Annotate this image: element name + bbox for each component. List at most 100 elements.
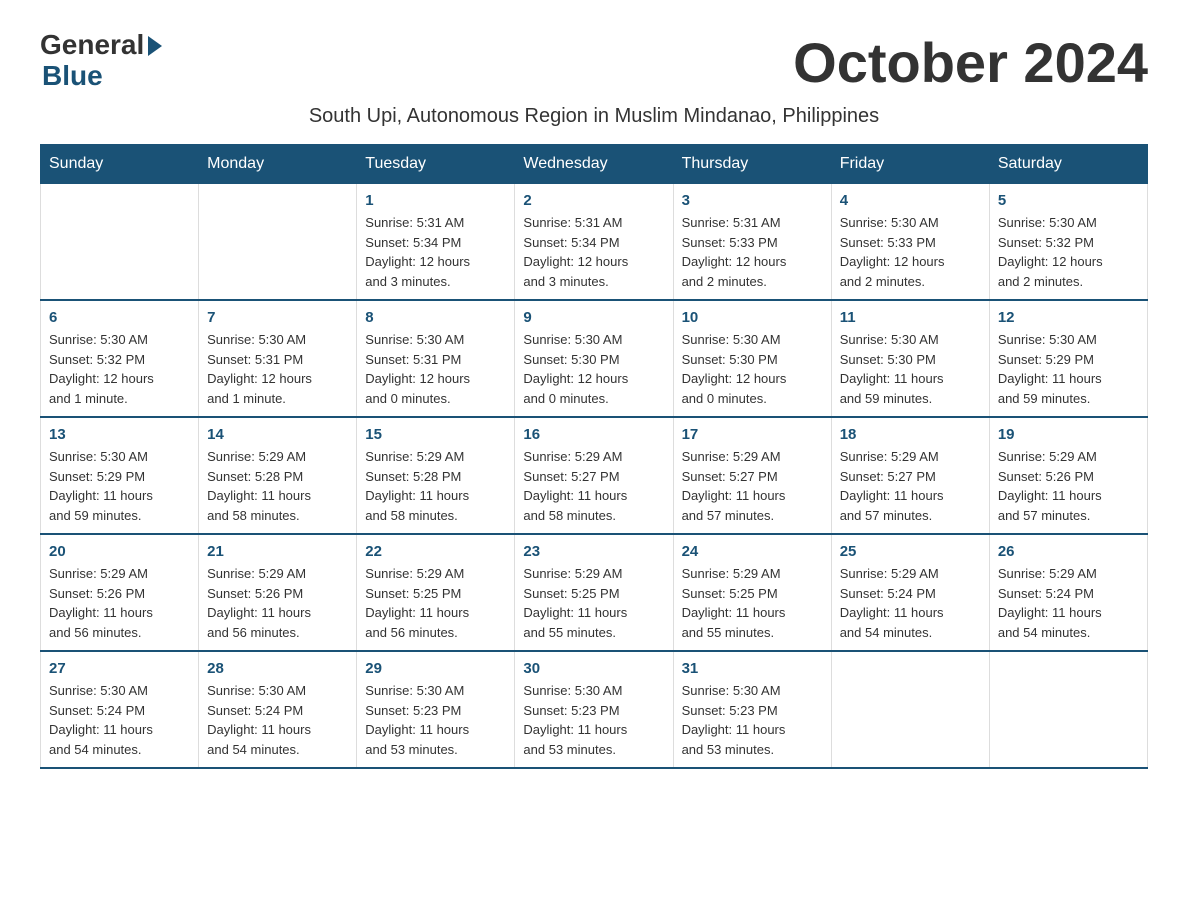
calendar-week-row: 1 Sunrise: 5:31 AMSunset: 5:34 PMDaylight… bbox=[41, 184, 1148, 301]
day-number: 11 bbox=[840, 309, 981, 326]
calendar-week-row: 20 Sunrise: 5:29 AMSunset: 5:26 PMDayligh… bbox=[41, 534, 1148, 651]
day-info: Sunrise: 5:30 AMSunset: 5:31 PMDaylight:… bbox=[207, 330, 348, 408]
day-number: 20 bbox=[49, 543, 190, 560]
day-info: Sunrise: 5:30 AMSunset: 5:24 PMDaylight:… bbox=[207, 681, 348, 759]
day-info: Sunrise: 5:30 AMSunset: 5:30 PMDaylight:… bbox=[840, 330, 981, 408]
day-info: Sunrise: 5:30 AMSunset: 5:30 PMDaylight:… bbox=[523, 330, 664, 408]
day-info: Sunrise: 5:29 AMSunset: 5:25 PMDaylight:… bbox=[365, 564, 506, 642]
day-number: 28 bbox=[207, 660, 348, 677]
day-number: 3 bbox=[682, 192, 823, 209]
calendar-week-row: 13 Sunrise: 5:30 AMSunset: 5:29 PMDayligh… bbox=[41, 417, 1148, 534]
day-number: 25 bbox=[840, 543, 981, 560]
calendar-cell: 31Sunrise: 5:30 AMSunset: 5:23 PMDayligh… bbox=[673, 651, 831, 768]
day-number: 4 bbox=[840, 192, 981, 209]
day-info: Sunrise: 5:31 AMSunset: 5:34 PMDaylight:… bbox=[365, 213, 506, 291]
logo-arrow-icon bbox=[148, 36, 162, 56]
day-info: Sunrise: 5:30 AMSunset: 5:31 PMDaylight:… bbox=[365, 330, 506, 408]
day-number: 29 bbox=[365, 660, 506, 677]
calendar-week-row: 6 Sunrise: 5:30 AMSunset: 5:32 PMDaylight… bbox=[41, 300, 1148, 417]
day-number: 6 bbox=[49, 309, 190, 326]
calendar-cell: 17Sunrise: 5:29 AMSunset: 5:27 PMDayligh… bbox=[673, 417, 831, 534]
calendar-cell: 9 Sunrise: 5:30 AMSunset: 5:30 PMDaylight… bbox=[515, 300, 673, 417]
logo-general-text: General bbox=[40, 30, 144, 61]
calendar-cell: 21Sunrise: 5:29 AMSunset: 5:26 PMDayligh… bbox=[199, 534, 357, 651]
col-wednesday: Wednesday bbox=[515, 145, 673, 184]
day-info: Sunrise: 5:29 AMSunset: 5:26 PMDaylight:… bbox=[49, 564, 190, 642]
calendar-cell: 22 Sunrise: 5:29 AMSunset: 5:25 PMDayligh… bbox=[357, 534, 515, 651]
col-monday: Monday bbox=[199, 145, 357, 184]
calendar-cell: 30 Sunrise: 5:30 AMSunset: 5:23 PMDayligh… bbox=[515, 651, 673, 768]
day-number: 12 bbox=[998, 309, 1139, 326]
day-number: 10 bbox=[682, 309, 823, 326]
calendar-cell: 5 Sunrise: 5:30 AMSunset: 5:32 PMDaylight… bbox=[989, 184, 1147, 301]
subtitle: South Upi, Autonomous Region in Muslim M… bbox=[40, 105, 1148, 128]
day-info: Sunrise: 5:30 AMSunset: 5:29 PMDaylight:… bbox=[49, 447, 190, 525]
day-info: Sunrise: 5:31 AMSunset: 5:34 PMDaylight:… bbox=[523, 213, 664, 291]
calendar-cell: 13 Sunrise: 5:30 AMSunset: 5:29 PMDayligh… bbox=[41, 417, 199, 534]
calendar-cell: 19 Sunrise: 5:29 AMSunset: 5:26 PMDayligh… bbox=[989, 417, 1147, 534]
day-number: 2 bbox=[523, 192, 664, 209]
calendar-cell: 26 Sunrise: 5:29 AMSunset: 5:24 PMDayligh… bbox=[989, 534, 1147, 651]
page-header: General Blue October 2024 bbox=[40, 30, 1148, 95]
day-info: Sunrise: 5:29 AMSunset: 5:26 PMDaylight:… bbox=[998, 447, 1139, 525]
day-number: 14 bbox=[207, 426, 348, 443]
day-number: 24 bbox=[682, 543, 823, 560]
calendar-cell: 6 Sunrise: 5:30 AMSunset: 5:32 PMDaylight… bbox=[41, 300, 199, 417]
day-info: Sunrise: 5:29 AMSunset: 5:25 PMDaylight:… bbox=[682, 564, 823, 642]
calendar-cell: 29 Sunrise: 5:30 AMSunset: 5:23 PMDayligh… bbox=[357, 651, 515, 768]
day-number: 5 bbox=[998, 192, 1139, 209]
day-number: 26 bbox=[998, 543, 1139, 560]
calendar-cell bbox=[199, 184, 357, 301]
calendar-cell: 1 Sunrise: 5:31 AMSunset: 5:34 PMDaylight… bbox=[357, 184, 515, 301]
calendar-cell: 2 Sunrise: 5:31 AMSunset: 5:34 PMDaylight… bbox=[515, 184, 673, 301]
calendar-week-row: 27 Sunrise: 5:30 AMSunset: 5:24 PMDayligh… bbox=[41, 651, 1148, 768]
day-info: Sunrise: 5:29 AMSunset: 5:28 PMDaylight:… bbox=[365, 447, 506, 525]
logo-general: General bbox=[40, 30, 162, 61]
logo-blue-text: Blue bbox=[42, 61, 103, 92]
calendar-cell: 15Sunrise: 5:29 AMSunset: 5:28 PMDayligh… bbox=[357, 417, 515, 534]
day-number: 16 bbox=[523, 426, 664, 443]
calendar-cell: 11 Sunrise: 5:30 AMSunset: 5:30 PMDayligh… bbox=[831, 300, 989, 417]
day-info: Sunrise: 5:30 AMSunset: 5:23 PMDaylight:… bbox=[523, 681, 664, 759]
col-sunday: Sunday bbox=[41, 145, 199, 184]
day-number: 27 bbox=[49, 660, 190, 677]
day-number: 31 bbox=[682, 660, 823, 677]
day-info: Sunrise: 5:29 AMSunset: 5:28 PMDaylight:… bbox=[207, 447, 348, 525]
day-info: Sunrise: 5:29 AMSunset: 5:27 PMDaylight:… bbox=[523, 447, 664, 525]
day-number: 1 bbox=[365, 192, 506, 209]
day-number: 30 bbox=[523, 660, 664, 677]
day-number: 18 bbox=[840, 426, 981, 443]
calendar-cell: 3 Sunrise: 5:31 AMSunset: 5:33 PMDaylight… bbox=[673, 184, 831, 301]
calendar-cell: 14 Sunrise: 5:29 AMSunset: 5:28 PMDayligh… bbox=[199, 417, 357, 534]
calendar-table: Sunday Monday Tuesday Wednesday Thursday… bbox=[40, 144, 1148, 769]
day-number: 17 bbox=[682, 426, 823, 443]
day-info: Sunrise: 5:30 AMSunset: 5:32 PMDaylight:… bbox=[49, 330, 190, 408]
calendar-cell: 20 Sunrise: 5:29 AMSunset: 5:26 PMDayligh… bbox=[41, 534, 199, 651]
day-info: Sunrise: 5:29 AMSunset: 5:24 PMDaylight:… bbox=[998, 564, 1139, 642]
calendar-cell: 16 Sunrise: 5:29 AMSunset: 5:27 PMDayligh… bbox=[515, 417, 673, 534]
day-info: Sunrise: 5:31 AMSunset: 5:33 PMDaylight:… bbox=[682, 213, 823, 291]
day-number: 8 bbox=[365, 309, 506, 326]
calendar-cell: 24 Sunrise: 5:29 AMSunset: 5:25 PMDayligh… bbox=[673, 534, 831, 651]
day-info: Sunrise: 5:30 AMSunset: 5:29 PMDaylight:… bbox=[998, 330, 1139, 408]
calendar-cell: 23 Sunrise: 5:29 AMSunset: 5:25 PMDayligh… bbox=[515, 534, 673, 651]
day-info: Sunrise: 5:30 AMSunset: 5:23 PMDaylight:… bbox=[365, 681, 506, 759]
day-number: 9 bbox=[523, 309, 664, 326]
calendar-cell: 18 Sunrise: 5:29 AMSunset: 5:27 PMDayligh… bbox=[831, 417, 989, 534]
calendar-header-row: Sunday Monday Tuesday Wednesday Thursday… bbox=[41, 145, 1148, 184]
day-number: 19 bbox=[998, 426, 1139, 443]
day-info: Sunrise: 5:29 AMSunset: 5:27 PMDaylight:… bbox=[840, 447, 981, 525]
calendar-cell bbox=[41, 184, 199, 301]
calendar-cell: 7Sunrise: 5:30 AMSunset: 5:31 PMDaylight… bbox=[199, 300, 357, 417]
calendar-cell: 28 Sunrise: 5:30 AMSunset: 5:24 PMDayligh… bbox=[199, 651, 357, 768]
day-info: Sunrise: 5:29 AMSunset: 5:24 PMDaylight:… bbox=[840, 564, 981, 642]
day-info: Sunrise: 5:30 AMSunset: 5:32 PMDaylight:… bbox=[998, 213, 1139, 291]
col-saturday: Saturday bbox=[989, 145, 1147, 184]
calendar-cell bbox=[831, 651, 989, 768]
day-info: Sunrise: 5:29 AMSunset: 5:25 PMDaylight:… bbox=[523, 564, 664, 642]
day-info: Sunrise: 5:30 AMSunset: 5:30 PMDaylight:… bbox=[682, 330, 823, 408]
day-number: 22 bbox=[365, 543, 506, 560]
day-number: 13 bbox=[49, 426, 190, 443]
col-thursday: Thursday bbox=[673, 145, 831, 184]
day-number: 23 bbox=[523, 543, 664, 560]
